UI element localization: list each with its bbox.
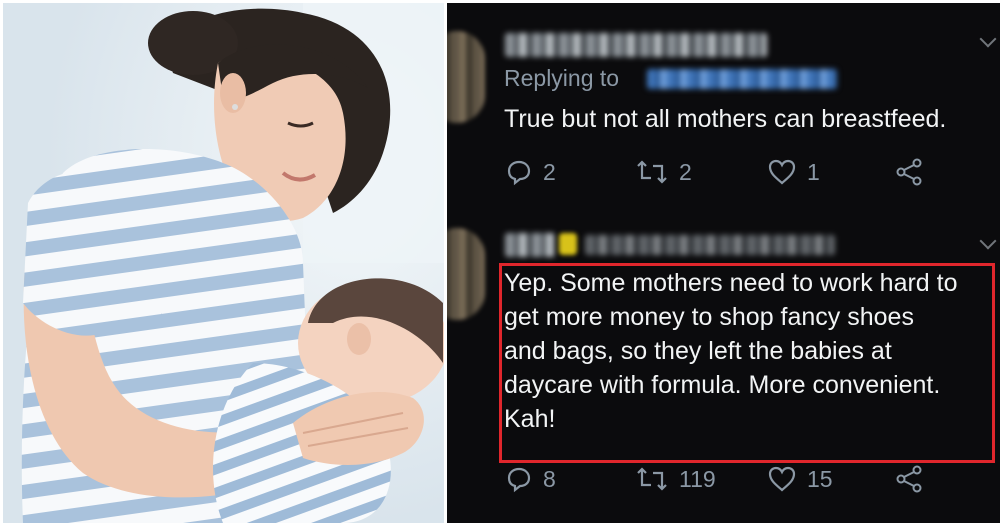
avatar-blurred[interactable] bbox=[447, 31, 485, 123]
share-button[interactable] bbox=[895, 465, 925, 493]
tweet-thread: Replying to True but not all mothers can… bbox=[447, 3, 1000, 523]
like-count: 1 bbox=[807, 158, 820, 185]
highlight-box bbox=[499, 263, 995, 463]
blurred-username[interactable] bbox=[505, 233, 555, 257]
share-button[interactable] bbox=[895, 158, 925, 186]
reply-count: 8 bbox=[543, 465, 556, 492]
avatar-blurred[interactable] bbox=[447, 228, 485, 320]
replying-to-label: Replying to bbox=[504, 65, 620, 91]
share-icon bbox=[896, 158, 922, 186]
share-icon bbox=[896, 465, 922, 493]
tweet-actions: 2 2 1 bbox=[505, 158, 945, 188]
blurred-reply-handle[interactable] bbox=[647, 69, 837, 89]
like-count: 15 bbox=[807, 465, 833, 492]
retweet-count: 2 bbox=[679, 158, 692, 185]
like-icon bbox=[768, 466, 796, 492]
blurred-handle[interactable] bbox=[585, 235, 835, 255]
reply-button[interactable]: 8 bbox=[505, 465, 556, 493]
like-icon bbox=[768, 159, 796, 185]
mother-breastfeeding-photo bbox=[3, 3, 444, 523]
retweet-button[interactable]: 119 bbox=[635, 465, 716, 493]
blurred-emoji bbox=[559, 233, 577, 255]
blurred-username[interactable] bbox=[505, 33, 767, 57]
reply-icon bbox=[507, 160, 531, 186]
like-button[interactable]: 15 bbox=[767, 465, 833, 493]
chevron-down-icon[interactable] bbox=[979, 232, 997, 250]
retweet-icon bbox=[637, 160, 667, 184]
tweet-text: True but not all mothers can breastfeed. bbox=[504, 105, 947, 133]
retweet-button[interactable]: 2 bbox=[635, 158, 692, 186]
reply-button[interactable]: 2 bbox=[505, 158, 556, 186]
reply-count: 2 bbox=[543, 158, 556, 185]
tweet-actions: 8 119 15 bbox=[505, 465, 945, 495]
photo-illustration bbox=[3, 3, 444, 523]
reply-icon bbox=[507, 467, 531, 493]
like-button[interactable]: 1 bbox=[767, 158, 820, 186]
retweet-count: 119 bbox=[679, 465, 716, 492]
chevron-down-icon[interactable] bbox=[979, 30, 997, 48]
retweet-icon bbox=[637, 467, 667, 491]
replying-to-line: Replying to bbox=[504, 65, 619, 92]
